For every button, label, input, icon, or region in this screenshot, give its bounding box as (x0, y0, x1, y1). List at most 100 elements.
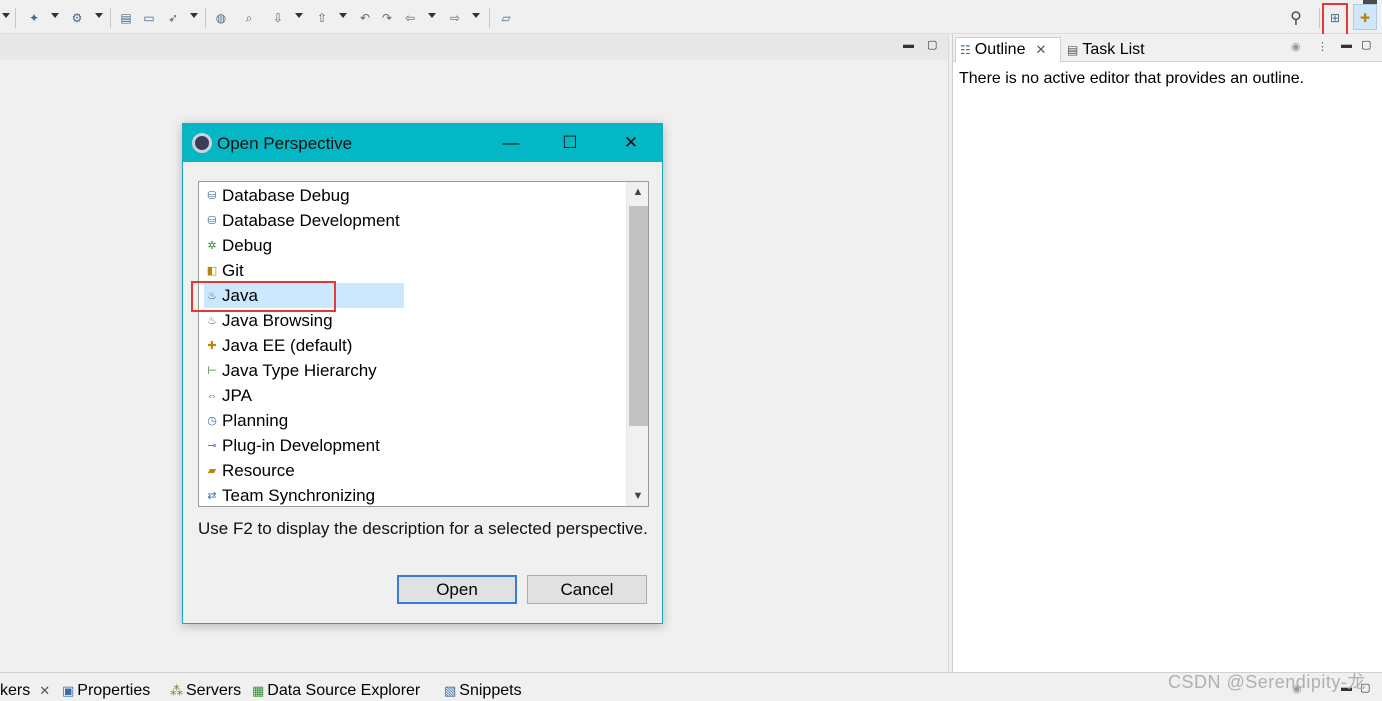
close-icon[interactable]: ✕ (39, 683, 50, 699)
pin-editor-icon[interactable]: ▱ (497, 9, 515, 27)
dropdown-arrow-icon[interactable] (472, 13, 480, 18)
tab-properties[interactable]: ▣ Properties (62, 682, 150, 700)
toolbar-separator (1319, 8, 1320, 28)
tab-label: Snippets (459, 682, 522, 699)
search-icon[interactable]: ⚲ (1287, 9, 1305, 27)
main-toolbar: ✦ ⚙ ▤ ▭ ➶ ◍ ⌕ ⇩ ⇧ ↶ ↷ ⇦ ⇨ ▱ ⚲ ⊞ ✚ (0, 0, 1382, 37)
perspective-list[interactable]: ⛁ Database Debug ⛁ Database Development … (198, 181, 649, 507)
jpa-icon: ⇔ (206, 389, 218, 402)
outline-icon: ☷ (960, 43, 971, 57)
minimize-icon[interactable]: ▬ (903, 40, 914, 51)
list-item[interactable]: ⊸ Plug-in Development (204, 433, 404, 458)
list-item[interactable]: ⇔ JPA (204, 383, 404, 408)
list-item[interactable]: ⊢ Java Type Hierarchy (204, 358, 404, 383)
open-type-icon[interactable]: ▤ (117, 9, 135, 27)
list-item[interactable]: ◧ Git (204, 258, 404, 283)
list-item-label: Team Synchronizing (222, 485, 376, 505)
annotation-next-icon[interactable]: ⇩ (269, 9, 287, 27)
folder-icon: ▰ (207, 465, 217, 477)
dropdown-arrow-icon[interactable] (2, 13, 10, 18)
new-server-icon[interactable]: ⚙ (68, 9, 86, 27)
sync-icon[interactable]: ◉ (1291, 42, 1301, 53)
list-item-label: Java Browsing (222, 310, 333, 330)
dropdown-arrow-icon[interactable] (428, 13, 436, 18)
list-item[interactable]: ✲ Debug (204, 233, 404, 258)
globe-icon[interactable]: ◍ (212, 9, 230, 27)
scroll-up-icon[interactable]: ▲ (627, 182, 648, 202)
view-menu-icon[interactable]: ⋮ (1317, 42, 1328, 53)
java-highlight-box (191, 281, 336, 312)
list-item[interactable]: ✚ Java EE (default) (204, 333, 404, 358)
last-edit-icon[interactable]: ↶ (356, 9, 374, 27)
dropdown-arrow-icon[interactable] (295, 13, 303, 18)
forward-icon[interactable]: ⇨ (446, 9, 464, 27)
java-ee-perspective-icon: ✚ (1359, 11, 1371, 25)
tab-servers[interactable]: ⁂ Servers (170, 682, 241, 700)
minimize-icon[interactable]: — (497, 130, 525, 156)
dialog-title-bar[interactable]: Open Perspective — ☐ ✕ (183, 124, 662, 162)
dropdown-arrow-icon[interactable] (95, 13, 103, 18)
plugin-icon: ⊸ (207, 440, 217, 452)
tooltip-marker (1363, 0, 1377, 4)
data-source-icon: ▦ (252, 683, 265, 698)
editor-tab-strip: ▬ ▢ (0, 34, 948, 60)
open-button[interactable]: Open (397, 575, 517, 604)
tab-label: Task List (1082, 40, 1145, 58)
tab-outline[interactable]: ☷ Outline ✕ (955, 37, 1061, 62)
list-scrollbar[interactable]: ▲ ▼ (626, 182, 648, 506)
list-item-label: Plug-in Development (222, 435, 380, 455)
properties-icon: ▣ (62, 683, 75, 698)
eclipse-icon (192, 133, 212, 153)
run-icon[interactable]: ➶ (164, 9, 182, 27)
tab-label: kers (0, 682, 31, 699)
tab-label: Data Source Explorer (267, 682, 421, 699)
minimize-icon[interactable]: ▬ (1341, 40, 1352, 51)
redo-edit-icon[interactable]: ↷ (378, 9, 396, 27)
dialog-title: Open Perspective (217, 134, 353, 153)
dropdown-arrow-icon[interactable] (190, 13, 198, 18)
tab-label: Servers (186, 682, 242, 699)
new-wizard-icon[interactable]: ✦ (25, 9, 43, 27)
close-icon[interactable]: ✕ (617, 130, 645, 156)
toolbar-separator (205, 8, 206, 28)
maximize-icon[interactable]: ☐ (556, 130, 584, 156)
open-folder-icon[interactable]: ▭ (140, 9, 158, 27)
tab-data-source-explorer[interactable]: ▦ Data Source Explorer (252, 682, 420, 700)
list-item-label: Java Type Hierarchy (222, 360, 377, 380)
bug-icon: ✲ (207, 240, 217, 252)
outline-panel: ☷ Outline ✕ ▤ Task List ◉ ⋮ ▬ ▢ There is… (952, 34, 1382, 672)
back-icon[interactable]: ⇦ (401, 9, 419, 27)
cancel-button[interactable]: Cancel (527, 575, 647, 604)
team-sync-icon: ⇄ (207, 490, 217, 502)
snippets-icon: ▧ (444, 683, 457, 698)
dropdown-arrow-icon[interactable] (339, 13, 347, 18)
outline-tab-strip: ☷ Outline ✕ ▤ Task List ◉ ⋮ ▬ ▢ (953, 34, 1382, 62)
tab-task-list[interactable]: ▤ Task List (1063, 37, 1149, 62)
db-dev-icon: ⛁ (207, 215, 217, 227)
scroll-down-icon[interactable]: ▼ (627, 486, 648, 506)
open-perspective-dialog: Open Perspective — ☐ ✕ ⛁ Database Debug … (182, 123, 663, 624)
db-debug-icon: ⛁ (207, 190, 217, 202)
list-item[interactable]: ⛁ Database Development (204, 208, 404, 233)
list-item-label: Database Debug (222, 185, 350, 205)
scrollbar-thumb[interactable] (629, 206, 648, 426)
toolbar-separator (489, 8, 490, 28)
list-item-label: Planning (222, 410, 289, 430)
toolbar-separator (110, 8, 111, 28)
list-item[interactable]: ⇄ Team Synchronizing (204, 483, 404, 506)
close-icon[interactable]: ✕ (1035, 42, 1046, 58)
maximize-icon[interactable]: ▢ (927, 40, 937, 51)
servers-icon: ⁂ (170, 683, 183, 698)
list-item[interactable]: ⛁ Database Debug (204, 183, 404, 208)
list-item[interactable]: ▰ Resource (204, 458, 404, 483)
tab-markers[interactable]: kers ✕ (0, 682, 50, 700)
list-item[interactable]: ◷ Planning (204, 408, 404, 433)
maximize-icon[interactable]: ▢ (1361, 40, 1371, 51)
annotation-prev-icon[interactable]: ⇧ (313, 9, 331, 27)
list-item-label: Database Development (222, 210, 400, 230)
dropdown-arrow-icon[interactable] (51, 13, 59, 18)
tab-snippets[interactable]: ▧ Snippets (444, 682, 522, 700)
watermark: CSDN @Serendipity-龙 (1168, 672, 1366, 692)
list-item-label: Java EE (default) (222, 335, 353, 355)
search-tool-icon[interactable]: ⌕ (240, 9, 258, 27)
